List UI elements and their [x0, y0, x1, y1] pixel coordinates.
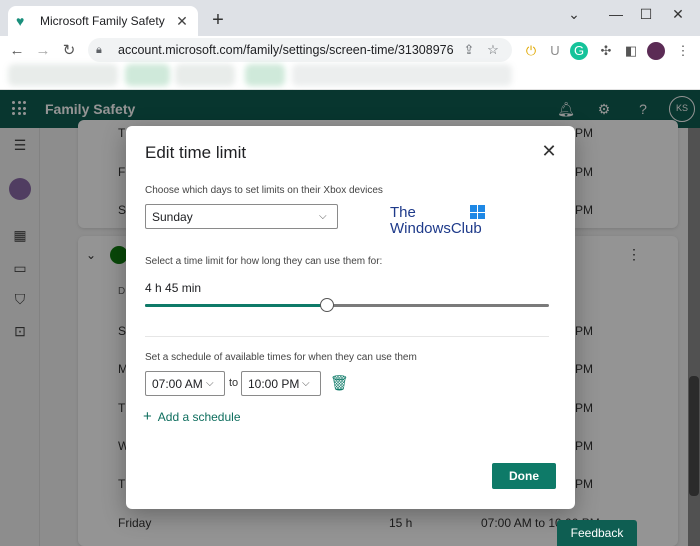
dialog-divider: [145, 336, 549, 337]
chevron-down-icon: ⌵: [206, 378, 214, 389]
blurred-bookmark: [8, 64, 118, 86]
lock-icon: 🔒︎: [96, 43, 102, 56]
dialog-title: Edit time limit: [145, 143, 247, 162]
day-select-value: Sunday: [152, 209, 193, 224]
forward-arrow-icon[interactable]: →: [30, 42, 56, 59]
browser-toolbar: ← → ↻ 🔒︎ account.microsoft.com/family/se…: [0, 36, 700, 64]
windowsclub-watermark: The WindowsClub: [390, 205, 490, 237]
watermark-line-2: WindowsClub: [390, 220, 482, 237]
profile-avatar[interactable]: [647, 42, 665, 60]
bookmark-star-icon[interactable]: ☆: [484, 42, 502, 58]
feedback-button[interactable]: Feedback: [557, 520, 637, 546]
add-schedule-link[interactable]: + Add a schedule: [143, 408, 241, 425]
close-window-button[interactable]: ✕: [666, 4, 690, 24]
u-extension-icon[interactable]: U: [546, 42, 564, 60]
duration-value: 4 h 45 min: [145, 281, 202, 295]
tab-title: Microsoft Family Safety: [40, 14, 165, 28]
delete-schedule-icon[interactable]: 🗑︎: [330, 374, 349, 392]
blurred-bookmark: [245, 64, 285, 86]
to-time-select[interactable]: 10:00 PM ⌵: [241, 371, 321, 396]
reload-icon[interactable]: ↻: [56, 41, 82, 59]
back-arrow-icon[interactable]: ←: [4, 42, 30, 59]
tab-close-icon[interactable]: ✕: [174, 13, 190, 30]
share-icon[interactable]: ⇪: [460, 42, 478, 58]
new-tab-button[interactable]: +: [206, 8, 230, 32]
tab-search-icon[interactable]: ⌄: [562, 4, 586, 24]
time-limit-slider[interactable]: [145, 304, 549, 307]
slider-thumb[interactable]: [319, 298, 334, 312]
power-extension-icon[interactable]: ⏻: [522, 42, 540, 60]
blurred-bookmark: [125, 64, 170, 86]
close-icon[interactable]: ✕: [540, 142, 558, 160]
edit-time-limit-dialog: Edit time limit ✕ Choose which days to s…: [126, 126, 575, 509]
days-label: Choose which days to set limits on their…: [145, 185, 383, 196]
windows-flag-icon: [470, 205, 486, 219]
plus-icon: +: [143, 408, 152, 425]
browser-tab[interactable]: ♥ Microsoft Family Safety ✕: [8, 6, 198, 36]
from-time-value: 07:00 AM: [152, 376, 203, 391]
blurred-bookmark: [175, 64, 235, 86]
to-label: to: [229, 377, 239, 389]
from-time-select[interactable]: 07:00 AM ⌵: [145, 371, 225, 396]
url-text: account.microsoft.com/family/settings/sc…: [118, 43, 454, 57]
chevron-down-icon: ⌵: [319, 211, 327, 222]
schedule-label: Set a schedule of available times for wh…: [145, 352, 417, 363]
slider-fill: [145, 304, 327, 307]
maximize-button[interactable]: ☐: [634, 4, 658, 24]
side-panel-icon[interactable]: ◧: [622, 42, 640, 60]
more-menu-icon[interactable]: ⋮: [674, 42, 692, 60]
add-schedule-label: Add a schedule: [157, 409, 241, 424]
address-bar[interactable]: 🔒︎ account.microsoft.com/family/settings…: [88, 38, 512, 62]
done-button[interactable]: Done: [492, 463, 556, 489]
to-time-value: 10:00 PM: [248, 376, 300, 391]
chevron-down-icon: ⌵: [302, 378, 310, 389]
bookmarks-bar: [0, 64, 700, 90]
grammarly-extension-icon[interactable]: G: [570, 42, 588, 60]
day-select[interactable]: Sunday ⌵: [145, 204, 338, 229]
blurred-bookmark: [292, 64, 512, 86]
minimize-button[interactable]: —: [604, 4, 628, 24]
limit-label: Select a time limit for how long they ca…: [145, 256, 383, 267]
family-safety-favicon-icon: ♥: [16, 13, 25, 29]
browser-tab-bar: ♥ Microsoft Family Safety ✕ + ⌄ — ☐ ✕: [0, 0, 700, 36]
puzzle-extensions-icon[interactable]: ✣: [597, 42, 615, 60]
